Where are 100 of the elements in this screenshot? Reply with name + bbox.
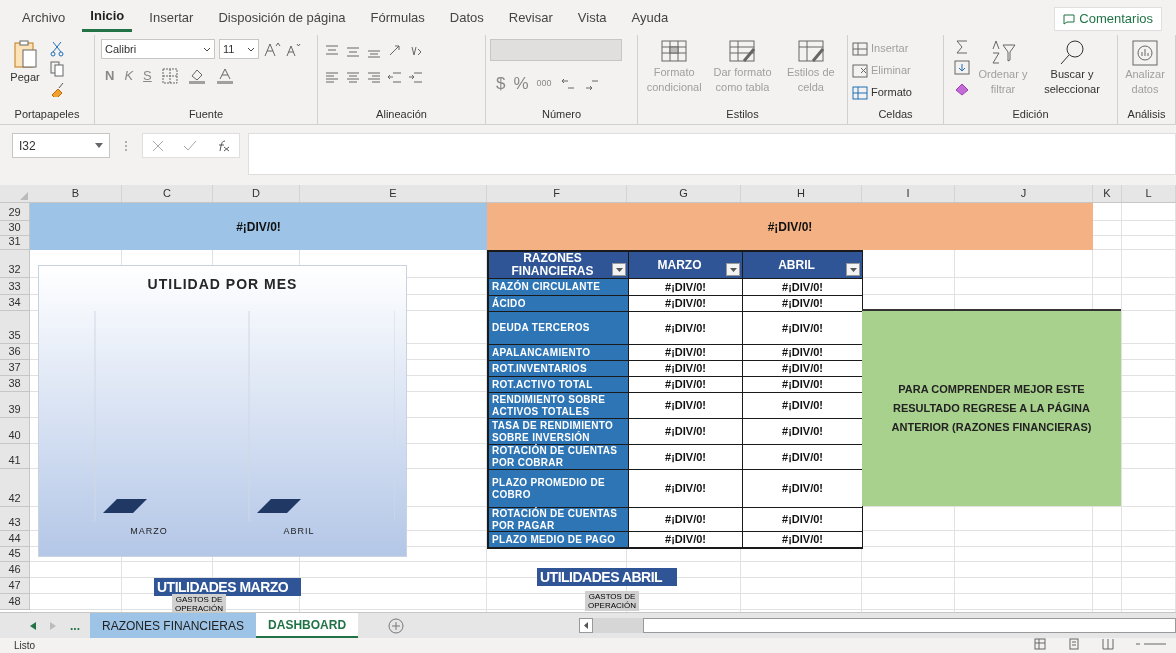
column-header[interactable]: B <box>30 185 122 202</box>
search-icon[interactable] <box>1058 39 1086 67</box>
filter-button[interactable] <box>612 263 626 276</box>
find-select-button[interactable]: Buscar y seleccionar <box>1036 39 1108 97</box>
table-cell: #¡DIV/0! <box>629 445 742 469</box>
comment-icon[interactable] <box>1063 13 1076 25</box>
align-right-icon[interactable] <box>366 70 382 85</box>
column-header[interactable]: D <box>213 185 300 202</box>
borders-icon[interactable] <box>161 67 178 84</box>
data-label: GASTOS DE OPERACIÓN <box>585 591 639 611</box>
table-cell: ÁCIDO <box>489 296 628 311</box>
column-header[interactable]: J <box>955 185 1093 202</box>
align-top-icon[interactable] <box>324 43 340 58</box>
row-header[interactable]: 41 <box>0 444 30 469</box>
filter-button[interactable] <box>846 263 860 276</box>
caret-icon[interactable] <box>203 46 211 52</box>
row-header[interactable]: 32 <box>0 250 30 278</box>
row-header[interactable]: 33 <box>0 278 30 295</box>
row-header[interactable]: 46 <box>0 562 30 578</box>
row-header[interactable]: 37 <box>0 360 30 376</box>
column-header[interactable]: K <box>1093 185 1122 202</box>
column-header[interactable]: C <box>122 185 213 202</box>
ribbon-tab[interactable]: Inicio <box>82 3 133 32</box>
cancel-icon[interactable] <box>152 139 165 152</box>
ribbon-tab[interactable]: Insertar <box>141 3 202 32</box>
row-header[interactable]: 48 <box>0 594 30 610</box>
clipboard-icon[interactable] <box>11 39 39 69</box>
row-header[interactable]: 45 <box>0 547 30 562</box>
brush-icon[interactable] <box>50 81 64 97</box>
decrease-indent-icon[interactable] <box>387 70 403 85</box>
fill-color-icon[interactable] <box>187 67 206 84</box>
column-header[interactable]: I <box>862 185 955 202</box>
row-header[interactable]: 38 <box>0 376 30 392</box>
sheet-tab[interactable]: RAZONES FINANCIERAS <box>90 613 257 638</box>
caret-icon[interactable] <box>584 622 589 629</box>
ribbon-tab[interactable]: Archivo <box>14 3 74 32</box>
axis-label: ABRIL <box>283 525 315 538</box>
column-header[interactable]: F <box>487 185 627 202</box>
more-icon[interactable] <box>124 139 128 153</box>
ribbon-tab[interactable]: Datos <box>441 3 492 32</box>
horizontal-scrollbar[interactable] <box>643 618 1176 633</box>
paste-button[interactable]: Pegar <box>4 39 46 86</box>
check-icon[interactable] <box>183 139 197 152</box>
eraser-icon[interactable] <box>954 81 970 96</box>
column-header[interactable]: L <box>1122 185 1176 202</box>
filter-button[interactable] <box>726 263 740 276</box>
sheet-tab[interactable]: DASHBOARD <box>256 613 359 638</box>
align-left-icon[interactable] <box>324 70 340 85</box>
table-cell: RAZÓN CIRCULANTE <box>489 279 628 295</box>
format-cells-icon[interactable] <box>852 85 868 100</box>
normal-view-icon[interactable] <box>1034 638 1046 650</box>
scissors-icon[interactable] <box>50 41 64 57</box>
orientation-icon[interactable] <box>387 43 403 58</box>
row-header[interactable]: 35 <box>0 311 30 344</box>
row-header[interactable]: 44 <box>0 531 30 547</box>
row-header[interactable]: 29 <box>0 203 30 221</box>
ribbon-tab[interactable]: Vista <box>569 3 615 32</box>
table-cell: #¡DIV/0! <box>629 393 742 418</box>
ribbon-tab[interactable]: Ayuda <box>623 3 677 32</box>
scroll-left-button[interactable] <box>579 618 594 633</box>
caret-icon[interactable] <box>247 46 255 52</box>
align-center-icon[interactable] <box>345 70 361 85</box>
cells-button[interactable]: Formato <box>852 83 912 102</box>
row-header[interactable]: 47 <box>0 578 30 594</box>
formula-input-field[interactable] <box>248 133 1176 175</box>
ribbon-tab[interactable]: Disposición de página <box>210 3 354 32</box>
add-sheet-icon[interactable] <box>388 617 405 634</box>
font-size-field[interactable]: 11 <box>219 39 259 59</box>
more-sheets-button[interactable]: ... <box>70 616 80 635</box>
row-header[interactable]: 39 <box>0 392 30 418</box>
number-format-field[interactable] <box>490 39 622 61</box>
column-header[interactable]: H <box>741 185 862 202</box>
row-header[interactable]: 31 <box>0 236 30 250</box>
row-header[interactable]: 36 <box>0 344 30 360</box>
grow-font-icon[interactable] <box>263 41 281 57</box>
autosum-icon[interactable] <box>954 39 970 54</box>
ribbon-tab[interactable]: Revisar <box>500 3 561 32</box>
caret-icon[interactable] <box>615 267 623 272</box>
fill-down-icon[interactable] <box>954 60 970 75</box>
increase-indent-icon[interactable] <box>408 70 424 85</box>
page-break-icon[interactable] <box>1102 638 1114 650</box>
row-header[interactable]: 43 <box>0 507 30 531</box>
row-header[interactable]: 40 <box>0 418 30 444</box>
caret-icon[interactable] <box>729 267 737 272</box>
page-layout-icon[interactable] <box>1068 638 1080 650</box>
column-header[interactable]: E <box>300 185 487 202</box>
copy-icon[interactable] <box>50 61 64 77</box>
row-header[interactable]: 34 <box>0 295 30 311</box>
name-box[interactable]: I32 <box>12 133 110 158</box>
row-header[interactable]: 30 <box>0 221 30 236</box>
column-header[interactable]: G <box>627 185 741 202</box>
row-header[interactable]: 42 <box>0 469 30 507</box>
previous-sheet-icon[interactable] <box>30 621 36 630</box>
ribbon-tab[interactable]: Fórmulas <box>362 3 433 32</box>
caret-icon[interactable] <box>95 143 103 148</box>
font-color-icon[interactable] <box>215 67 234 84</box>
comments-button[interactable]: Comentarios <box>1054 7 1162 31</box>
caret-icon[interactable] <box>849 267 857 272</box>
font-name-field[interactable]: Calibri <box>101 39 215 59</box>
shrink-font-icon[interactable] <box>285 41 301 57</box>
